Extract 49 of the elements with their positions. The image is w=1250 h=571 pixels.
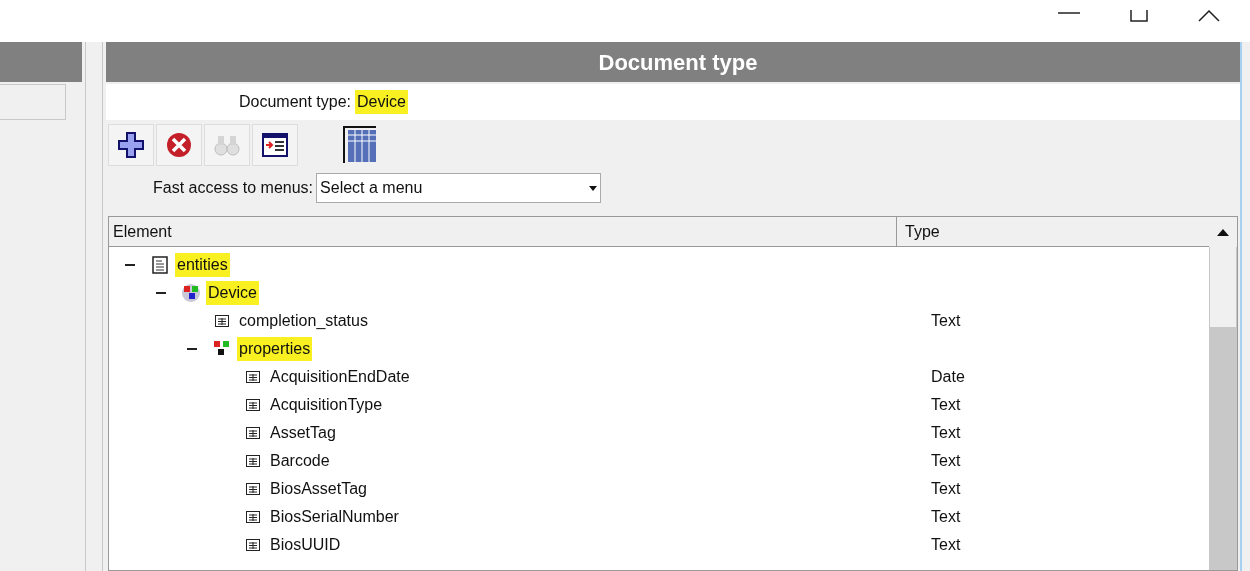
cubes-icon [213,340,231,358]
tree-item[interactable]: BiosAssetTag [268,477,369,501]
dropdown-arrow-icon [589,185,598,191]
type-cell-text: Text [931,423,961,443]
arrow-up-icon [1217,228,1229,236]
tree-item[interactable]: AcquisitionType [268,393,385,417]
field-icon [246,399,260,411]
minimize-icon[interactable] [1058,10,1080,16]
column-header[interactable]: Element [109,217,897,246]
tree-item[interactable]: BiosUUID [268,533,343,557]
type-cell-text: Text [931,395,961,415]
document-type-value: Device [355,90,408,114]
tree-item[interactable]: entities [175,253,230,277]
field-label: Document type: [239,92,352,112]
field-icon [215,315,229,327]
field-icon [246,511,260,523]
cubes-icon [181,283,201,303]
form-icon [261,131,289,159]
plus-icon [117,131,145,159]
tree-item[interactable]: BiosSerialNumber [268,505,401,529]
maximize-icon[interactable] [1130,10,1148,22]
field-icon [246,371,260,383]
column-header[interactable]: Type [897,217,1209,246]
document-icon [152,256,168,274]
tree-item[interactable]: AcquisitionEndDate [268,365,412,389]
toolbar-button[interactable] [108,124,154,166]
field-icon [246,483,260,495]
field-icon [246,427,260,439]
type-cell-text: Text [931,535,961,555]
tree-item[interactable]: properties [237,337,313,361]
delete-icon [165,131,193,159]
field-icon [246,455,260,467]
tree-item[interactable]: completion_status [237,309,370,333]
type-cell-text: Text [931,311,961,331]
chevron-up-icon[interactable] [1198,10,1220,22]
table-icon [343,126,377,164]
panel-title: Document type [597,48,758,77]
menu-dropdown[interactable]: Select a menu [316,173,602,203]
tree-item[interactable]: Device [206,281,259,305]
type-cell-text: Text [931,451,961,471]
type-cell-text: Text [931,479,961,499]
type-cell-text: Text [931,507,961,527]
toolbar-button[interactable] [252,124,298,166]
field-label: Fast access to menus: [153,178,314,198]
tree-item[interactable]: AssetTag [268,421,338,445]
scrollbar-thumb[interactable] [1210,247,1236,327]
tree-item[interactable]: Barcode [268,449,332,473]
type-cell-text: Date [931,367,965,387]
field-icon [246,539,260,551]
